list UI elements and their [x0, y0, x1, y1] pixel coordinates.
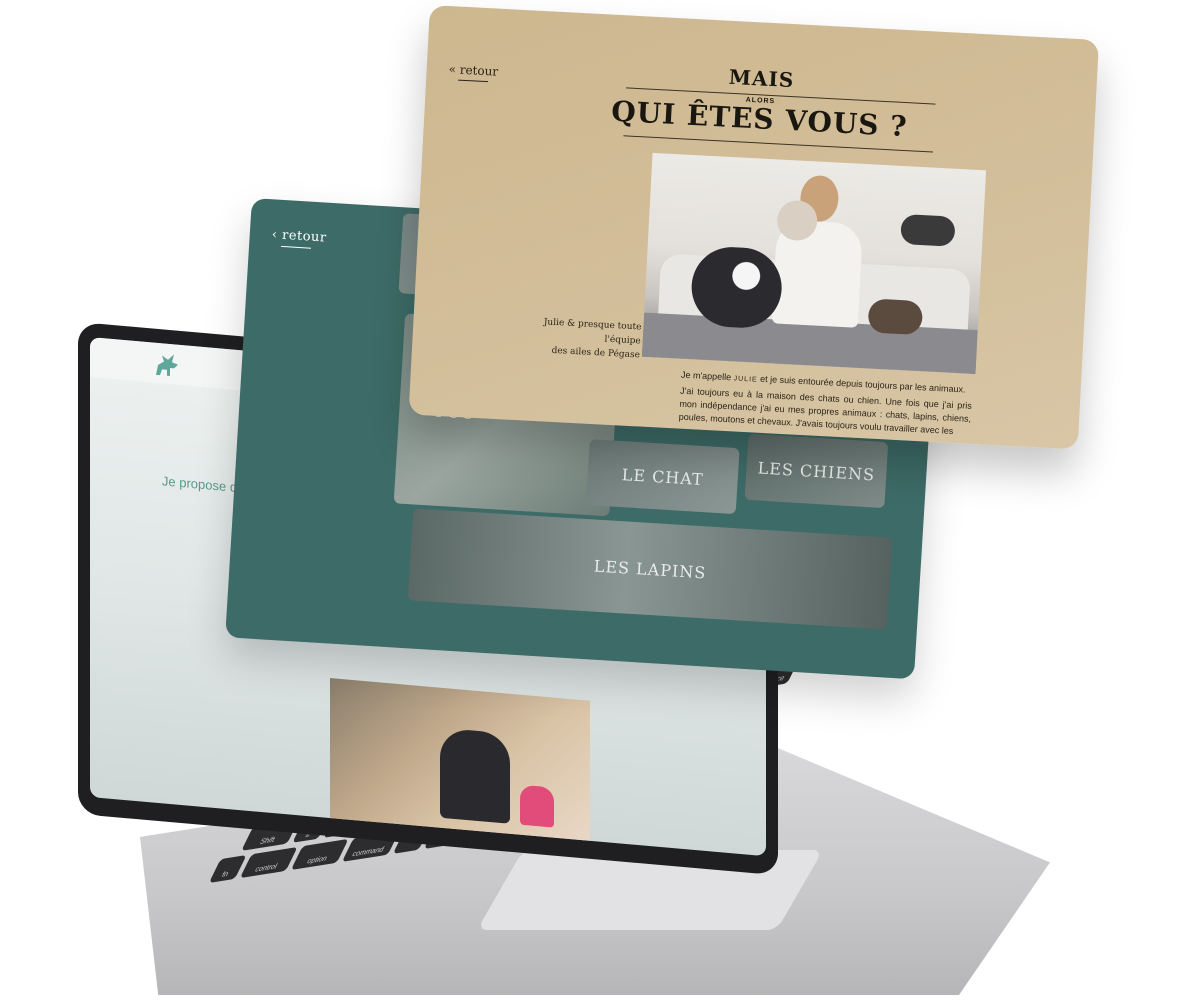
keyboard-key[interactable]: fn [208, 855, 247, 884]
tile-chat[interactable]: LE CHAT [585, 439, 740, 515]
tile-label: LES CHIENS [757, 457, 876, 485]
rabbit [900, 213, 956, 247]
keyboard-key[interactable]: option [290, 838, 349, 871]
back-link[interactable]: ‹ retour [271, 227, 327, 249]
text: Je m'appelle [680, 369, 734, 383]
about-page-card: « retour MAIS ALORS QUI ÊTES VOUS ? Juli… [408, 5, 1100, 450]
keyboard-key[interactable]: control [239, 846, 298, 879]
name: JULIE [733, 375, 758, 384]
back-underline [281, 245, 312, 249]
pegasus-logo-icon[interactable] [150, 348, 184, 383]
photo-child [520, 784, 554, 828]
back-label: retour [281, 227, 328, 246]
tile-lapins[interactable]: LES LAPINS [407, 508, 893, 630]
tile-chiens[interactable]: LES CHIENS [744, 433, 889, 509]
rabbit [867, 298, 924, 336]
photo-caption: Julie & presque toute l'équipe des ailes… [512, 314, 642, 363]
julie-photo [641, 152, 987, 375]
hero-photo [330, 678, 590, 851]
photo-person [440, 727, 510, 824]
tile-label: LES LAPINS [593, 556, 707, 582]
tile-label: LE CHAT [621, 464, 705, 489]
about-text: Je m'appelle JULIE et je suis entourée d… [678, 369, 973, 441]
